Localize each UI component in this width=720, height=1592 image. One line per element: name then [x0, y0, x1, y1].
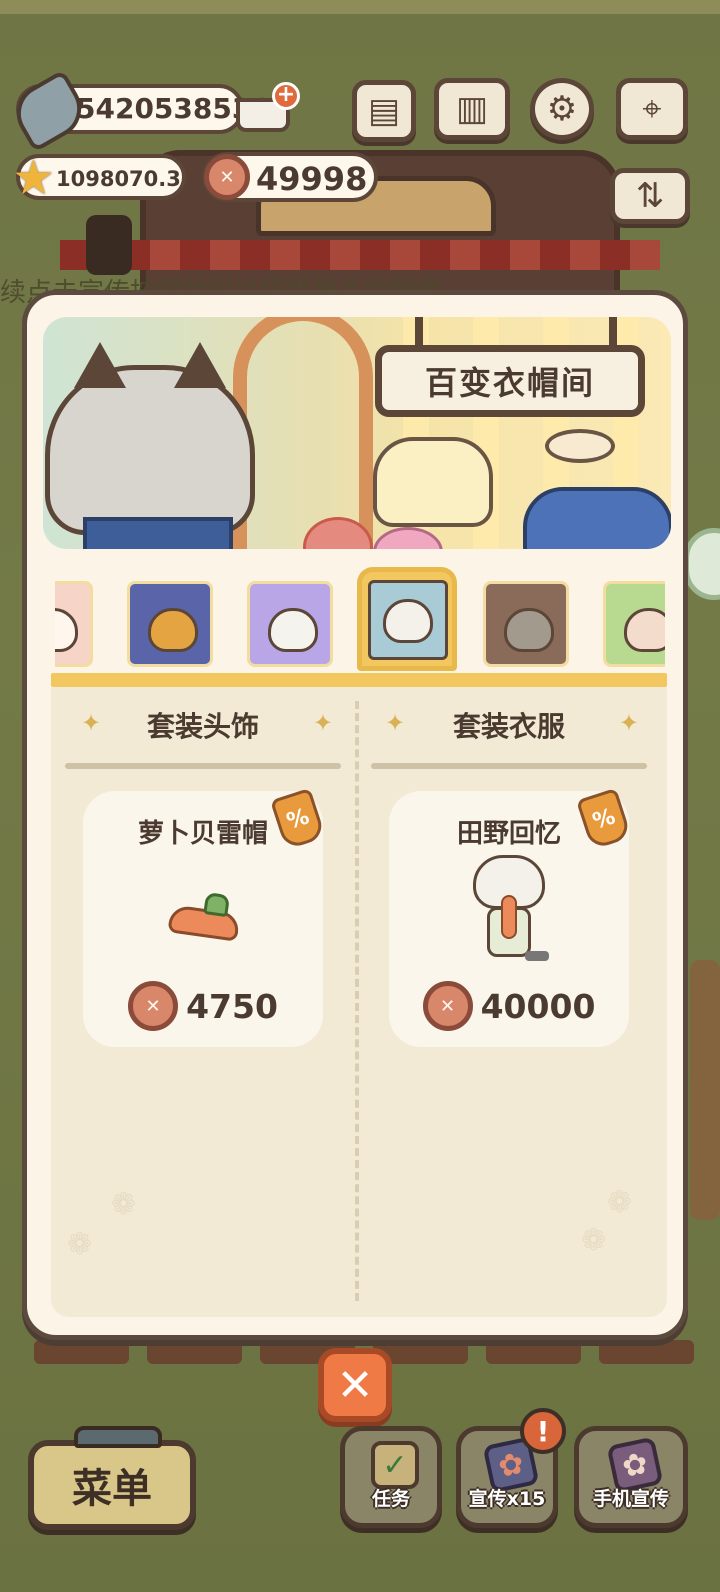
paw-print-icon: ❁: [111, 1187, 137, 1222]
lamp: [86, 215, 132, 275]
overalls-illustration: [83, 517, 233, 549]
chat-bubble-icon[interactable]: [684, 528, 720, 600]
tabby-cat-illustration: [45, 342, 255, 535]
column-header-headwear: ✦ 套装头饰 ✦: [81, 709, 333, 743]
character-tab-owl[interactable]: [247, 581, 333, 667]
paw-print-icon: ❁: [581, 1223, 607, 1258]
phone-promo-button[interactable]: ✿ 手机宣传: [574, 1426, 688, 1528]
character-tab-raccoon-cat[interactable]: [483, 581, 569, 667]
menu-button[interactable]: 菜单: [28, 1426, 196, 1530]
settings-gear-icon[interactable]: ⚙: [530, 78, 594, 140]
dress-form-illustration: [373, 437, 493, 527]
paw-print-icon: ❁: [67, 1227, 93, 1262]
task-label: 任务: [371, 1488, 410, 1510]
panel-title: 百变衣帽间: [375, 345, 645, 417]
wardrobe-banner: 百变衣帽间: [43, 317, 671, 549]
column-header-clothing: ✦ 套装衣服 ✦: [385, 709, 639, 743]
star-amount: 1098070.3: [56, 167, 181, 191]
promo-label: 宣传x15: [468, 1488, 546, 1510]
blue-dress-illustration: [523, 487, 671, 549]
background-furniture: [690, 960, 720, 1220]
window-arch: [233, 317, 373, 549]
coin-icon: [204, 154, 250, 200]
item-card-clothing[interactable]: 田野回忆 % 40000: [389, 787, 633, 1047]
paw-print-icon: ❁: [607, 1185, 633, 1220]
catalog-book-icon[interactable]: ▥: [434, 78, 510, 140]
fish-currency: 5420538536: [5, 69, 271, 153]
character-tab-pink-cat[interactable]: [55, 581, 93, 667]
coin-icon: [128, 981, 179, 1031]
item-card-headwear[interactable]: 萝卜贝雷帽 % 4750: [83, 787, 327, 1047]
coin-amount: 49998: [256, 160, 368, 198]
wardrobe-panel: 百变衣帽间 ✦套装头饰✦ ✦套装衣服✦ 萝卜贝雷帽 % 4750: [22, 290, 688, 1340]
cat-holding-carrot-icon: [469, 855, 549, 975]
layout-toggle-icon[interactable]: ⇅: [610, 168, 690, 224]
character-tab-tabby-selected[interactable]: [357, 567, 457, 671]
carrot-beret-icon: [167, 892, 241, 942]
tab-underline: [51, 673, 667, 687]
checklist-icon: ✓: [371, 1441, 419, 1489]
phone-promo-label: 手机宣传: [592, 1488, 669, 1510]
yarn-ball-icon: [373, 527, 443, 549]
newspaper-icon[interactable]: ▤: [352, 80, 416, 142]
map-icon[interactable]: ⌖: [616, 78, 688, 140]
clipboard-clip: [74, 1426, 162, 1448]
task-button[interactable]: ✓ 任务: [340, 1426, 442, 1528]
shop-awning: [60, 240, 660, 270]
star-currency: ★ 1098070.3: [12, 152, 186, 204]
item-price: 40000: [389, 981, 629, 1031]
outfit-content: ✦套装头饰✦ ✦套装衣服✦ 萝卜贝雷帽 % 4750 田野回忆 %: [51, 687, 667, 1317]
column-divider: [355, 701, 359, 1301]
close-button[interactable]: ✕: [318, 1348, 392, 1422]
coin-icon: [422, 981, 473, 1031]
character-tab-serval[interactable]: [127, 581, 213, 667]
item-price: 4750: [83, 981, 323, 1031]
alert-badge: !: [520, 1408, 566, 1454]
character-tab-fennec[interactable]: [603, 581, 665, 667]
coin-currency: 49998: [202, 152, 378, 202]
add-icon: +: [272, 82, 300, 110]
hat-illustration: [545, 429, 615, 463]
character-tabs: [55, 563, 665, 675]
star-icon: ★: [12, 150, 56, 206]
fence: [0, 0, 720, 14]
shop-cart-icon[interactable]: +: [236, 82, 300, 138]
